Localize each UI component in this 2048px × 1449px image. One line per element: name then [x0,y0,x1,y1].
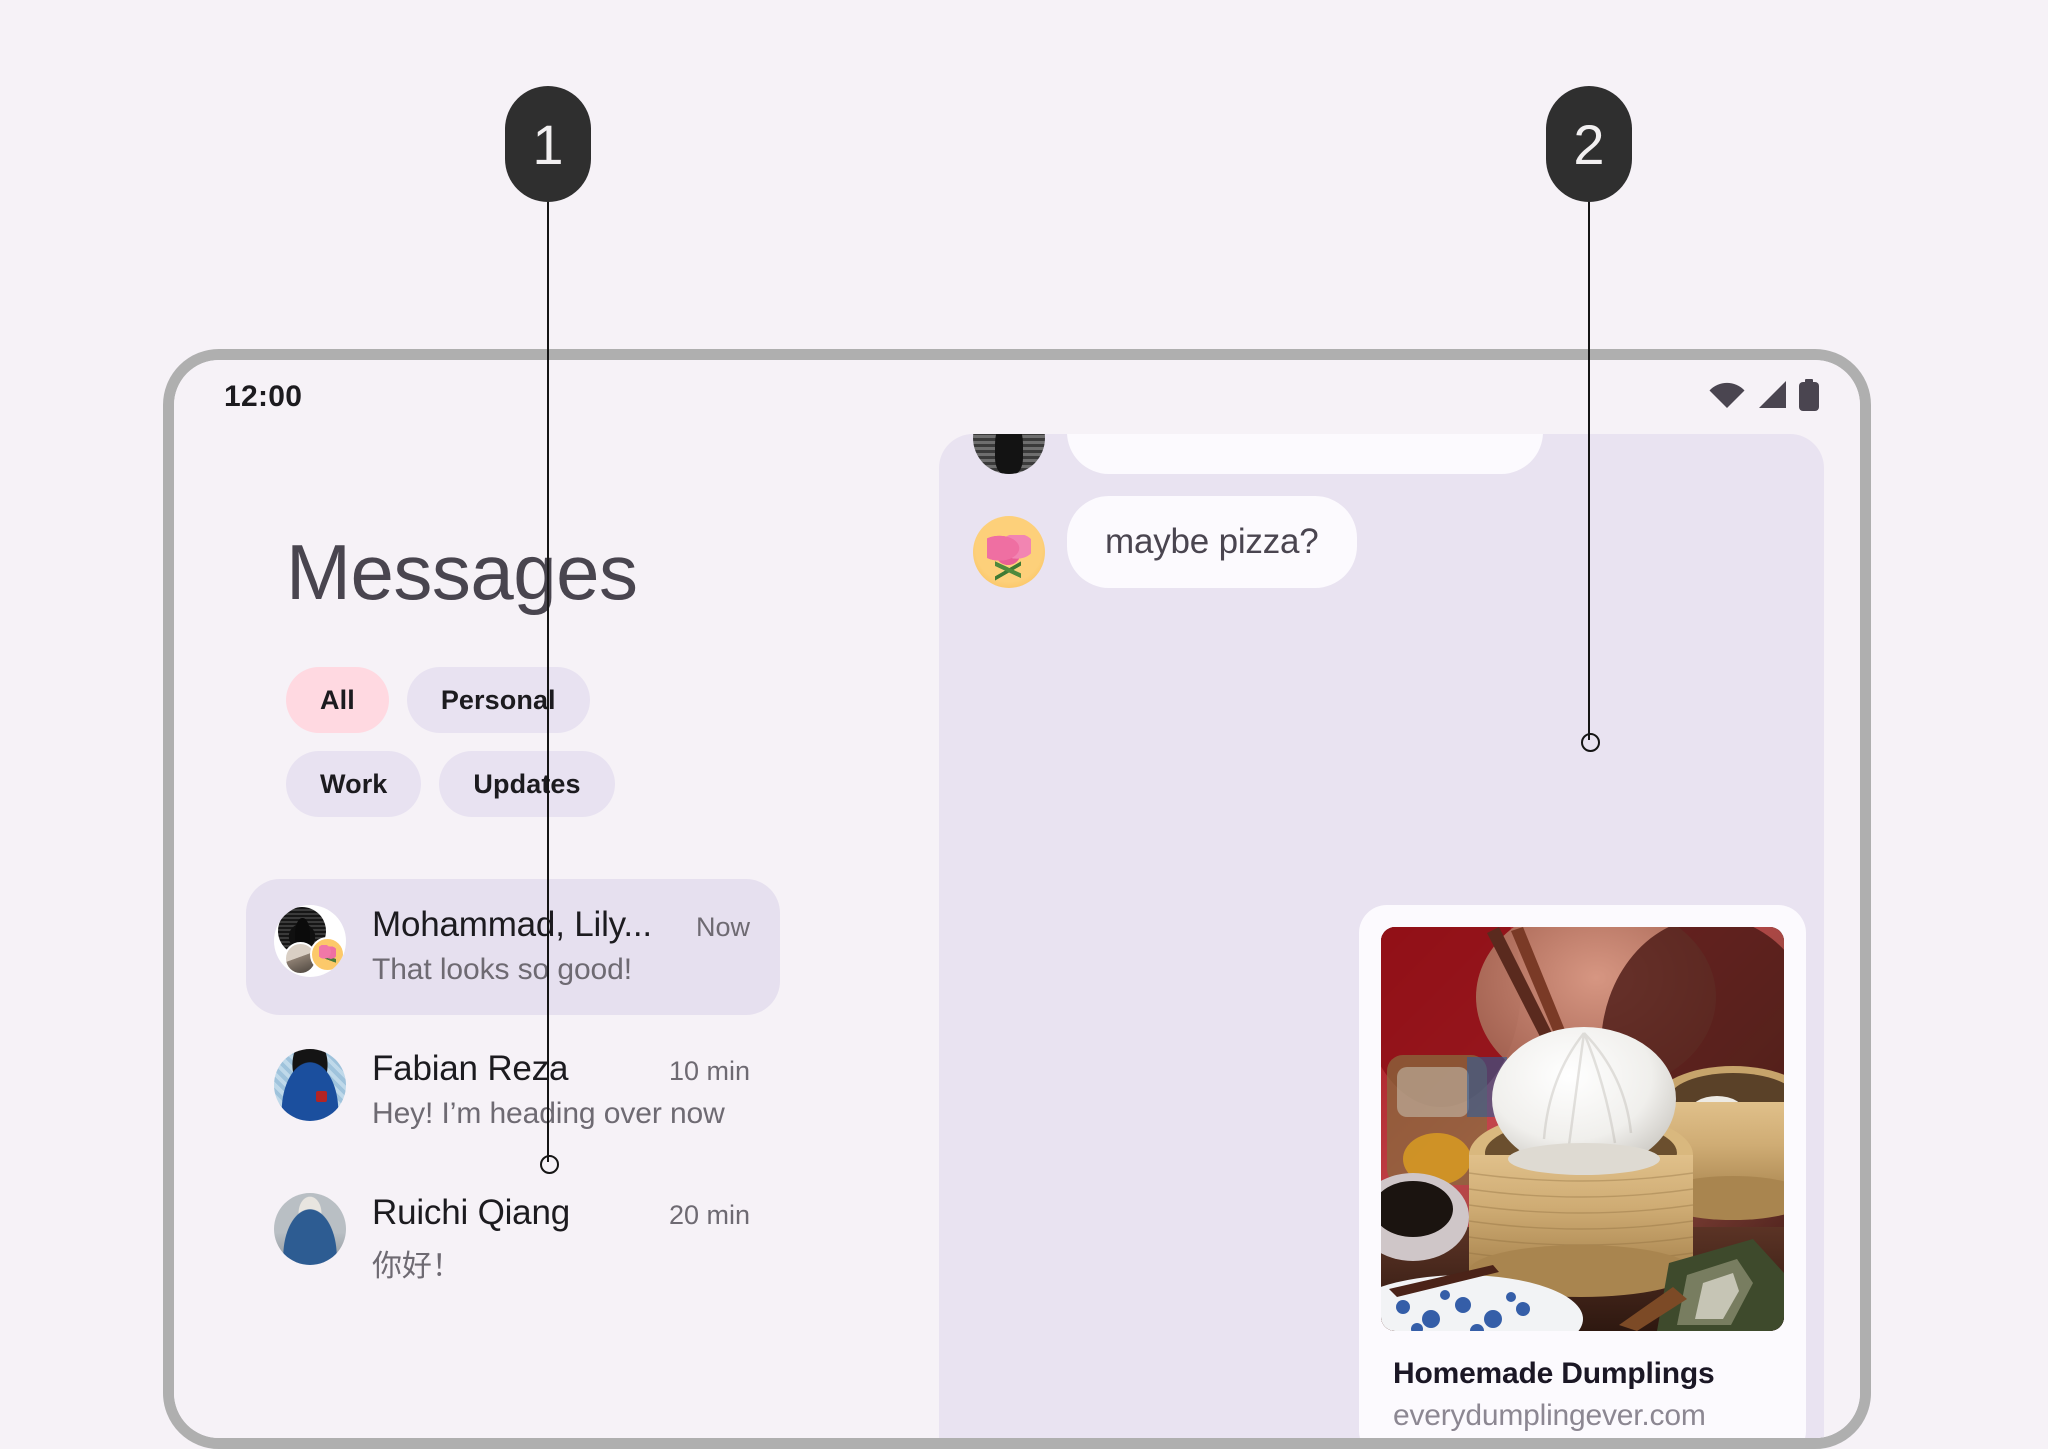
conversation-timestamp: Now [695,912,750,942]
status-bar: 12:00 [174,360,1860,434]
conversation-name: Ruichi Qiang [372,1193,570,1232]
phone-screen: 12:00 Messages All Personal Work Updates… [174,360,1860,1438]
avatar-image-tertiary [310,937,345,972]
group-avatar [274,905,346,977]
message-bubble-partial[interactable] [1067,434,1543,474]
message-bubble-incoming[interactable]: maybe pizza? [1067,496,1357,588]
callout-line-2 [1588,198,1590,740]
conversation-text: Fabian Reza 10 min Hey! I’m heading over… [372,1049,750,1131]
ruichi-avatar [274,1193,346,1265]
conversation-preview: Hey! I’m heading over now [372,1097,725,1130]
callout-badge-1: 1 [505,86,591,202]
callout-badge-2: 2 [1546,86,1632,202]
fabian-avatar [274,1049,346,1121]
callout-anchor-dot-1 [540,1155,559,1174]
callout-anchor-dot-2 [1581,733,1600,752]
callout-line-1 [547,198,549,1162]
conversation-header: Fabian Reza 10 min [372,1049,750,1089]
conversation-list-pane: Messages All Personal Work Updates Moham… [174,434,939,1438]
conversation-timestamp: 20 min [668,1200,750,1230]
dumpling-photo [1381,927,1784,1331]
conversation-list-item-ruichi-qiang[interactable]: Ruichi Qiang 20 min 你好！ [246,1167,780,1313]
flower-avatar [973,516,1045,588]
phone-device-frame: 12:00 Messages All Personal Work Updates… [163,349,1871,1449]
link-preview-domain: everydumplingever.com [1393,1399,1706,1432]
filter-chip-updates[interactable]: Updates [439,751,615,817]
conversation-list-item-mohammad-lily[interactable]: Mohammad, Lily... Now That looks so good… [246,879,780,1015]
message-row-maybe-pizza: maybe pizza? [973,496,1357,588]
filter-chip-all[interactable]: All [286,667,389,733]
conversation-preview: That looks so good! [372,953,632,986]
conversation-list-item-fabian-reza[interactable]: Fabian Reza 10 min Hey! I’m heading over… [246,1023,780,1159]
filter-chip-work[interactable]: Work [286,751,422,817]
dark-avatar [973,434,1045,474]
conversation-header: Mohammad, Lily... Now [372,905,750,945]
cellular-signal-icon [1756,380,1788,415]
filter-chip-personal[interactable]: Personal [406,667,590,733]
message-row-partial [973,434,1543,474]
conversation-text: Ruichi Qiang 20 min 你好！ [372,1193,750,1285]
conversation-list: Mohammad, Lily... Now That looks so good… [216,879,897,1313]
link-preview-thumbnail[interactable] [1381,927,1784,1331]
status-bar-clock: 12:00 [224,380,303,413]
conversation-text: Mohammad, Lily... Now That looks so good… [372,905,750,987]
conversation-name: Mohammad, Lily... [372,905,652,944]
conversation-preview: 你好！ [372,1250,462,1283]
conversation-name: Fabian Reza [372,1049,569,1088]
wifi-icon [1708,380,1746,415]
status-bar-icons [1708,378,1820,416]
conversation-timestamp: 10 min [668,1056,750,1086]
conversation-header: Ruichi Qiang 20 min [372,1193,750,1233]
filter-chip-group: All Personal Work Updates [286,667,626,817]
battery-icon [1798,378,1820,416]
link-preview-title: Homemade Dumplings [1393,1357,1715,1390]
link-preview-card[interactable]: Homemade Dumplings everydumplingever.com [1359,905,1806,1438]
page-title: Messages [286,528,638,616]
